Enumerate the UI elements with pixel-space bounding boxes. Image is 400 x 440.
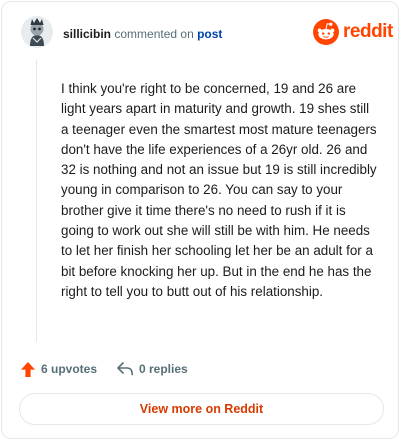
reply-button[interactable]: 0 replies bbox=[116, 360, 188, 378]
comment-body: I think you're right to be concerned, 19… bbox=[61, 81, 377, 299]
user-avatar[interactable] bbox=[21, 16, 53, 48]
username-link[interactable]: sillicibin bbox=[63, 27, 111, 41]
comment-actions: 6 upvotes 0 replies bbox=[20, 360, 380, 378]
comment-meta: sillicibin commented on post bbox=[63, 27, 222, 41]
reddit-brand[interactable]: reddit bbox=[313, 17, 393, 47]
reddit-wordmark: reddit bbox=[343, 21, 393, 42]
upvote-button[interactable]: 6 upvotes bbox=[20, 360, 97, 378]
reply-count: 0 replies bbox=[139, 362, 188, 376]
upvote-count: 6 upvotes bbox=[41, 362, 98, 376]
thread-line bbox=[36, 60, 37, 342]
comment-header: sillicibin commented on post reddit bbox=[21, 16, 393, 52]
commented-on-text: commented on bbox=[114, 27, 194, 41]
reddit-logo-icon bbox=[313, 19, 339, 45]
avatar-icon bbox=[21, 16, 53, 48]
reply-arrow-icon bbox=[117, 362, 133, 376]
view-more-button[interactable]: View more on Reddit bbox=[19, 393, 384, 425]
view-more-label: View more on Reddit bbox=[139, 402, 264, 416]
post-link[interactable]: post bbox=[197, 27, 222, 41]
upvote-arrow-icon bbox=[21, 361, 35, 377]
comment-card: sillicibin commented on post reddit I th… bbox=[1, 1, 399, 439]
